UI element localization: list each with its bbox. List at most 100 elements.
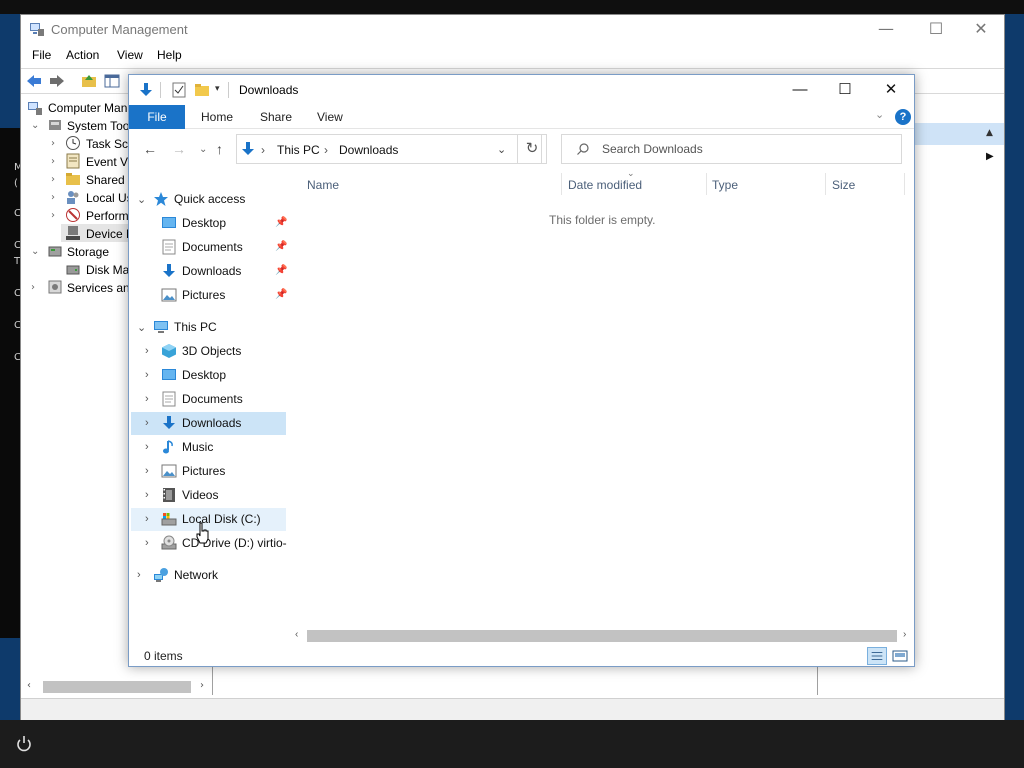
collapse-arrow-icon[interactable]: ▲ <box>986 128 993 138</box>
cm-tree-storage[interactable]: Storage <box>67 245 109 259</box>
expand-chevron-icon[interactable]: › <box>145 489 149 501</box>
column-divider[interactable] <box>706 173 707 195</box>
address-bar[interactable]: › This PC › Downloads ⌄ <box>236 134 542 164</box>
show-hide-tree-icon[interactable] <box>104 73 120 89</box>
scroll-left-arrow[interactable]: ‹ <box>27 680 31 691</box>
nav-this-pc[interactable]: ⌄ This PC <box>131 316 286 339</box>
fe-maximize-button[interactable]: ☐ <box>822 75 868 105</box>
column-header-name[interactable]: Name <box>307 178 339 192</box>
cm-tree-disk-management[interactable]: Disk Mar <box>86 263 133 277</box>
expand-chevron-icon[interactable]: › <box>145 393 149 405</box>
back-arrow-icon[interactable]: ← <box>143 141 157 157</box>
column-header-size[interactable]: Size <box>832 178 855 192</box>
search-box[interactable] <box>561 134 902 164</box>
breadcrumb-separator[interactable]: › <box>261 143 265 157</box>
nav-downloads[interactable]: › Downloads <box>131 412 286 435</box>
expand-chevron-icon[interactable]: › <box>145 441 149 453</box>
refresh-button[interactable]: ↻ <box>517 134 547 164</box>
nav-qa-pictures[interactable]: Pictures 📌 <box>131 284 287 307</box>
up-folder-icon[interactable] <box>81 73 97 89</box>
downloads-arrow-icon[interactable] <box>138 82 154 98</box>
cm-minimize-button[interactable]: — <box>863 15 909 45</box>
expand-chevron[interactable]: › <box>51 138 55 149</box>
nav-qa-downloads[interactable]: Downloads 📌 <box>131 260 287 283</box>
collapse-chevron-icon[interactable]: ⌄ <box>137 193 146 206</box>
recent-locations-chevron-icon[interactable]: ⌄ <box>199 144 207 155</box>
expand-chevron-icon[interactable]: › <box>145 345 149 357</box>
expand-chevron[interactable]: › <box>51 174 55 185</box>
cm-titlebar[interactable]: Computer Management — ☐ ✕ <box>21 15 1004 45</box>
column-header-date-modified[interactable]: Date modified <box>568 178 642 192</box>
expand-chevron[interactable]: › <box>51 210 55 221</box>
scroll-thumb[interactable] <box>43 681 191 693</box>
help-icon[interactable]: ? <box>895 109 911 125</box>
breadcrumb-this-pc[interactable]: This PC <box>277 143 320 157</box>
cm-tree-services[interactable]: Services and <box>67 281 136 295</box>
nav-3d-objects[interactable]: › 3D Objects <box>131 340 286 363</box>
nav-desktop[interactable]: › Desktop <box>131 364 286 387</box>
expand-chevron[interactable]: › <box>51 156 55 167</box>
address-history-chevron-icon[interactable]: ⌄ <box>497 143 506 156</box>
details-view-icon[interactable] <box>867 647 887 665</box>
breadcrumb-separator[interactable]: › <box>324 143 328 157</box>
cm-tree-local-users[interactable]: Local Us <box>86 191 133 205</box>
forward-arrow-icon[interactable]: → <box>172 141 186 157</box>
new-folder-icon[interactable] <box>194 82 210 98</box>
pin-icon[interactable]: 📌 <box>275 241 287 252</box>
nav-music[interactable]: › Music <box>131 436 286 459</box>
cm-tree-performance[interactable]: Perform <box>86 209 129 223</box>
back-arrow-icon[interactable] <box>26 73 42 89</box>
submenu-arrow-icon[interactable]: ▶ <box>986 151 994 162</box>
cm-menu-action[interactable]: Action <box>66 48 99 62</box>
properties-icon[interactable] <box>172 82 186 98</box>
cm-menu-view[interactable]: View <box>117 48 143 62</box>
expand-chevron-icon[interactable]: › <box>145 369 149 381</box>
cm-tree-system-tools[interactable]: System Tool <box>67 119 132 133</box>
fe-minimize-button[interactable]: — <box>777 75 823 105</box>
cm-tree-scrollbar[interactable]: ‹ › <box>25 679 211 695</box>
nav-qa-desktop[interactable]: Desktop 📌 <box>131 212 287 235</box>
cm-tree-event-viewer[interactable]: Event Vi <box>86 155 130 169</box>
collapse-chevron-icon[interactable]: ⌄ <box>137 321 146 334</box>
cm-close-button[interactable]: ✕ <box>958 15 1004 45</box>
scroll-right-arrow[interactable]: › <box>200 680 204 691</box>
expand-chevron[interactable]: ⌄ <box>31 120 39 131</box>
ribbon-tab-file[interactable]: File <box>129 105 185 129</box>
scroll-left-arrow[interactable]: ‹ <box>295 629 298 640</box>
ribbon-tab-home[interactable]: Home <box>201 110 233 124</box>
nav-pictures[interactable]: › Pictures <box>131 460 286 483</box>
breadcrumb-downloads[interactable]: Downloads <box>339 143 398 157</box>
fe-close-button[interactable]: ✕ <box>868 75 914 105</box>
cm-maximize-button[interactable]: ☐ <box>913 15 959 45</box>
nav-documents[interactable]: › Documents <box>131 388 286 411</box>
qat-dropdown-icon[interactable]: ▾ <box>215 83 220 94</box>
fe-titlebar[interactable]: ▾ Downloads — ☐ ✕ <box>129 75 914 105</box>
large-icons-view-icon[interactable] <box>890 647 910 665</box>
power-icon[interactable] <box>14 734 34 754</box>
ribbon-tab-share[interactable]: Share <box>260 110 292 124</box>
cm-menu-help[interactable]: Help <box>157 48 182 62</box>
file-list-scrollbar[interactable]: ‹ › <box>291 628 914 644</box>
scroll-right-arrow[interactable]: › <box>903 629 906 640</box>
expand-chevron-icon[interactable]: › <box>145 465 149 477</box>
scroll-thumb[interactable] <box>307 630 897 642</box>
expand-chevron-icon[interactable]: › <box>145 513 149 525</box>
search-input[interactable] <box>602 135 892 163</box>
pin-icon[interactable]: 📌 <box>275 289 287 300</box>
cm-tree-computer-management[interactable]: Computer Man <box>48 101 127 115</box>
forward-arrow-icon[interactable] <box>49 73 65 89</box>
column-header-type[interactable]: Type <box>712 178 738 192</box>
nav-network[interactable]: › Network <box>131 564 286 587</box>
expand-chevron-icon[interactable]: › <box>145 417 149 429</box>
expand-chevron[interactable]: ⌄ <box>31 246 39 257</box>
pin-icon[interactable]: 📌 <box>275 265 287 276</box>
expand-chevron-icon[interactable]: › <box>137 569 141 581</box>
pin-icon[interactable]: 📌 <box>275 217 287 228</box>
nav-qa-documents[interactable]: Documents 📌 <box>131 236 287 259</box>
up-arrow-icon[interactable]: ↑ <box>216 141 223 157</box>
expand-chevron-icon[interactable]: › <box>145 537 149 549</box>
nav-quick-access[interactable]: ⌄ Quick access <box>131 188 286 211</box>
cm-menu-file[interactable]: File <box>32 48 51 62</box>
nav-videos[interactable]: › Videos <box>131 484 286 507</box>
column-divider[interactable] <box>904 173 905 195</box>
